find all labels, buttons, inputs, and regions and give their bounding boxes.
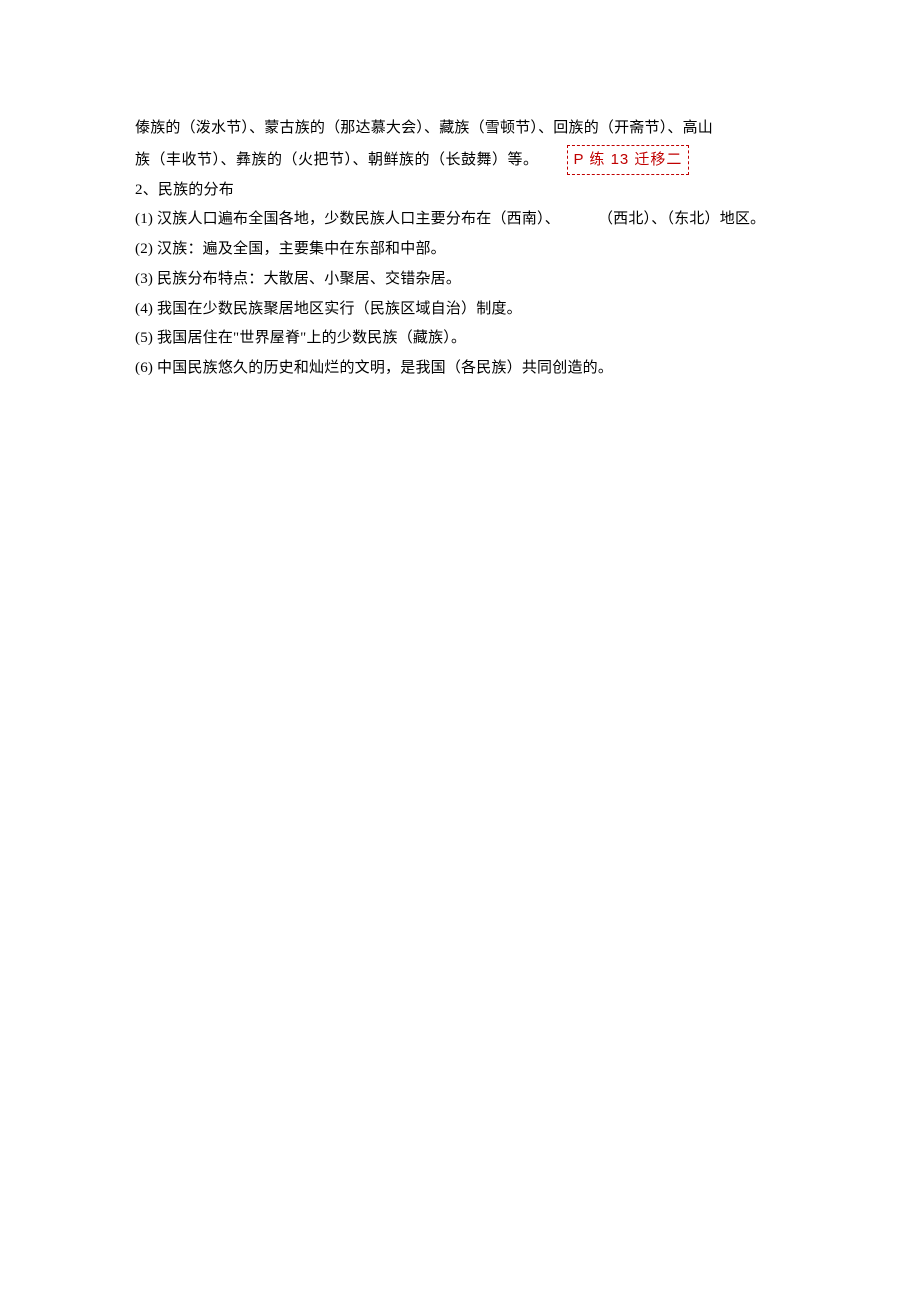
list-item-1-main: (1) 汉族人口遍布全国各地，少数民族人口主要分布在（西南）、 bbox=[135, 211, 560, 227]
reference-link[interactable]: P 练 13 迁移二 bbox=[567, 145, 690, 175]
document-content: 傣族的（泼水节）、蒙古族的（那达慕大会）、藏族（雪顿节）、回族的（开斋节）、高山… bbox=[135, 115, 875, 383]
list-item-2: (2) 汉族：遍及全国，主要集中在东部和中部。 bbox=[135, 236, 875, 264]
paragraph-line-2-text: 族（丰收节）、彝族的（火把节）、朝鲜族的（长鼓舞）等。 bbox=[135, 152, 539, 168]
list-item-1: (1) 汉族人口遍布全国各地，少数民族人口主要分布在（西南）、 （西北）、（东北）… bbox=[135, 206, 875, 234]
paragraph-line-2: 族（丰收节）、彝族的（火把节）、朝鲜族的（长鼓舞）等。 P 练 13 迁移二 bbox=[135, 145, 875, 175]
list-item-5: (5) 我国居住在"世界屋脊"上的少数民族（藏族）。 bbox=[135, 325, 875, 353]
list-item-6: (6) 中国民族悠久的历史和灿烂的文明，是我国（各民族）共同创造的。 bbox=[135, 355, 875, 383]
section-heading-2: 2、民族的分布 bbox=[135, 177, 875, 205]
list-item-1-tail: （西北）、（东北）地区。 bbox=[598, 211, 765, 227]
list-item-3: (3) 民族分布特点：大散居、小聚居、交错杂居。 bbox=[135, 266, 875, 294]
list-item-4: (4) 我国在少数民族聚居地区实行（民族区域自治）制度。 bbox=[135, 296, 875, 324]
paragraph-line-1: 傣族的（泼水节）、蒙古族的（那达慕大会）、藏族（雪顿节）、回族的（开斋节）、高山 bbox=[135, 115, 875, 143]
reference-link-label: P 练 13 迁移二 bbox=[574, 151, 683, 168]
